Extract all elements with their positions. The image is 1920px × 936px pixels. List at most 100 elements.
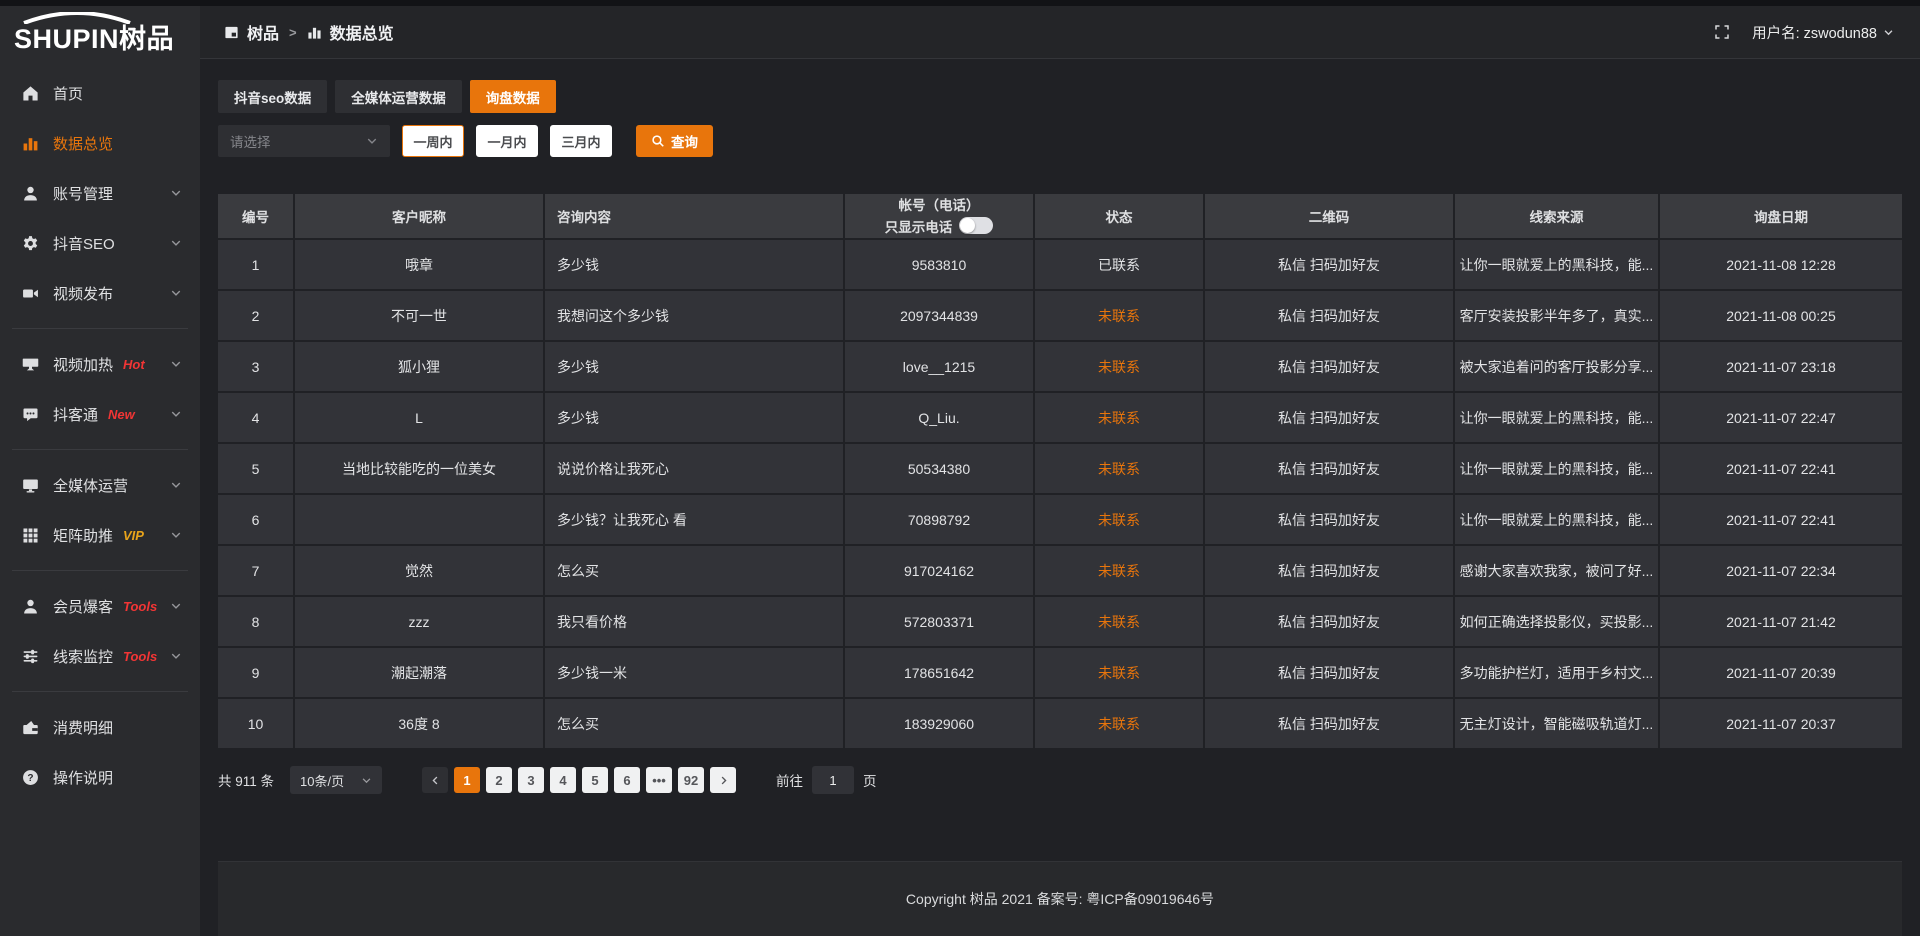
- cell-source[interactable]: 让你一眼就爱上的黑科技，能...: [1455, 495, 1660, 546]
- cell-source[interactable]: 让你一眼就爱上的黑科技，能...: [1455, 393, 1660, 444]
- cell-nickname: 哦章: [295, 240, 545, 291]
- cell-qrcode[interactable]: 私信 扫码加好友: [1205, 291, 1455, 342]
- cell-account: 917024162: [845, 546, 1035, 597]
- page-button-5[interactable]: 5: [582, 767, 608, 793]
- range-button-2[interactable]: 三月内: [550, 125, 612, 157]
- tab-1[interactable]: 全媒体运营数据: [335, 80, 462, 113]
- cell-source[interactable]: 多功能护栏灯，适用于乡村文...: [1455, 648, 1660, 699]
- page-button-4[interactable]: 4: [550, 767, 576, 793]
- more-pages-button[interactable]: •••: [646, 767, 672, 793]
- cell-id: 7: [218, 546, 295, 597]
- sidebar-item-label: 全媒体运营: [53, 475, 128, 496]
- sidebar-item-0-3[interactable]: 抖音SEO: [0, 218, 200, 268]
- cell-source[interactable]: 感谢大家喜欢我家，被问了好...: [1455, 546, 1660, 597]
- inquiry-table: 编号 客户昵称 咨询内容 帐号（电话） 只显示电话 状态 二维码 线索来源: [218, 194, 1902, 750]
- sidebar-item-0-0[interactable]: 首页: [0, 68, 200, 118]
- screen-icon: [22, 356, 39, 373]
- cell-date: 2021-11-07 22:47: [1660, 393, 1902, 444]
- toggle-knob: [960, 218, 975, 233]
- account-select[interactable]: 请选择: [218, 125, 390, 157]
- filter-row: 请选择 一周内一月内三月内 查询: [218, 125, 1902, 157]
- tab-0[interactable]: 抖音seo数据: [218, 80, 327, 113]
- cell-nickname: [295, 495, 545, 546]
- cell-qrcode[interactable]: 私信 扫码加好友: [1205, 648, 1455, 699]
- phone-only-toggle[interactable]: [959, 217, 993, 234]
- cell-id: 9: [218, 648, 295, 699]
- page-button-6[interactable]: 6: [614, 767, 640, 793]
- page-button-92[interactable]: 92: [678, 767, 704, 793]
- query-button[interactable]: 查询: [636, 125, 713, 157]
- cell-account: 70898792: [845, 495, 1035, 546]
- sidebar-divider: [12, 328, 188, 329]
- cell-account: 50534380: [845, 444, 1035, 495]
- fullscreen-icon[interactable]: [1714, 24, 1730, 40]
- sidebar-item-2-1[interactable]: 矩阵助推VIP: [0, 510, 200, 560]
- prev-page-button[interactable]: [422, 767, 448, 793]
- sidebar-item-4-1[interactable]: ?操作说明: [0, 752, 200, 802]
- cell-date: 2021-11-07 20:37: [1660, 699, 1902, 750]
- cell-source[interactable]: 无主灯设计，智能磁吸轨道灯...: [1455, 699, 1660, 750]
- cell-qrcode[interactable]: 私信 扫码加好友: [1205, 546, 1455, 597]
- sidebar: SHUPIN树品 首页数据总览账号管理抖音SEO视频发布视频加热Hot抖客通Ne…: [0, 6, 200, 936]
- phone-toggle-label: 只显示电话: [885, 216, 953, 236]
- select-placeholder: 请选择: [230, 131, 271, 151]
- cell-qrcode[interactable]: 私信 扫码加好友: [1205, 444, 1455, 495]
- sidebar-item-3-0[interactable]: 会员爆客Tools: [0, 581, 200, 631]
- cell-account: 178651642: [845, 648, 1035, 699]
- cell-qrcode[interactable]: 私信 扫码加好友: [1205, 699, 1455, 750]
- sidebar-item-1-1[interactable]: 抖客通New: [0, 389, 200, 439]
- user-menu[interactable]: 用户名: zswodun88: [1752, 22, 1894, 43]
- cell-qrcode[interactable]: 私信 扫码加好友: [1205, 495, 1455, 546]
- goto-page-input[interactable]: [812, 766, 854, 794]
- table-row: 5当地比较能吃的一位美女说说价格让我死心50534380未联系私信 扫码加好友让…: [218, 444, 1902, 495]
- page-size-value: 10条/页: [300, 771, 344, 790]
- cell-nickname: 觉然: [295, 546, 545, 597]
- user-icon: [22, 185, 39, 202]
- cell-account: 2097344839: [845, 291, 1035, 342]
- page-button-2[interactable]: 2: [486, 767, 512, 793]
- cell-content: 多少钱？让我死心 看: [545, 495, 845, 546]
- sidebar-item-0-1[interactable]: 数据总览: [0, 118, 200, 168]
- sidebar-divider: [12, 691, 188, 692]
- sidebar-item-3-1[interactable]: 线索监控Tools: [0, 631, 200, 681]
- cell-qrcode[interactable]: 私信 扫码加好友: [1205, 393, 1455, 444]
- cell-date: 2021-11-07 22:41: [1660, 495, 1902, 546]
- data-tabs: 抖音seo数据全媒体运营数据询盘数据: [218, 80, 1902, 113]
- table-row: 1036度 8怎么买183929060未联系私信 扫码加好友无主灯设计，智能磁吸…: [218, 699, 1902, 750]
- svg-text:?: ?: [27, 773, 33, 784]
- cell-date: 2021-11-07 20:39: [1660, 648, 1902, 699]
- col-qrcode: 二维码: [1205, 194, 1455, 240]
- sliders-icon: [22, 648, 39, 665]
- breadcrumb-separator: >: [289, 25, 297, 40]
- cell-qrcode[interactable]: 私信 扫码加好友: [1205, 342, 1455, 393]
- cell-source[interactable]: 客厅安装投影半年多了，真实...: [1455, 291, 1660, 342]
- col-source: 线索来源: [1455, 194, 1660, 240]
- cell-status: 未联系: [1035, 699, 1205, 750]
- table-row: 2不可一世我想问这个多少钱2097344839未联系私信 扫码加好友客厅安装投影…: [218, 291, 1902, 342]
- sidebar-item-1-0[interactable]: 视频加热Hot: [0, 339, 200, 389]
- breadcrumb-root[interactable]: 树品: [247, 20, 279, 44]
- cell-qrcode[interactable]: 私信 扫码加好友: [1205, 597, 1455, 648]
- cell-status: 未联系: [1035, 648, 1205, 699]
- tab-2[interactable]: 询盘数据: [470, 80, 556, 113]
- chevron-down-icon: [170, 650, 182, 662]
- sidebar-item-0-4[interactable]: 视频发布: [0, 268, 200, 318]
- next-page-button[interactable]: [710, 767, 736, 793]
- cell-source[interactable]: 让你一眼就爱上的黑科技，能...: [1455, 444, 1660, 495]
- page-button-3[interactable]: 3: [518, 767, 544, 793]
- bar-chart-icon: [22, 135, 39, 152]
- table-row: 4L多少钱Q_Liu.未联系私信 扫码加好友让你一眼就爱上的黑科技，能...20…: [218, 393, 1902, 444]
- sidebar-item-4-0[interactable]: 消费明细: [0, 702, 200, 752]
- range-button-0[interactable]: 一周内: [402, 125, 464, 157]
- sidebar-item-0-2[interactable]: 账号管理: [0, 168, 200, 218]
- pagination: 共 911 条 10条/页 123456•••92 前往 页: [218, 766, 1902, 794]
- page-button-1[interactable]: 1: [454, 767, 480, 793]
- cell-source[interactable]: 让你一眼就爱上的黑科技，能...: [1455, 240, 1660, 291]
- cell-qrcode[interactable]: 私信 扫码加好友: [1205, 240, 1455, 291]
- sidebar-item-2-0[interactable]: 全媒体运营: [0, 460, 200, 510]
- cell-source[interactable]: 如何正确选择投影仪，买投影...: [1455, 597, 1660, 648]
- table-header-row: 编号 客户昵称 咨询内容 帐号（电话） 只显示电话 状态 二维码 线索来源: [218, 194, 1902, 240]
- cell-source[interactable]: 被大家追着问的客厅投影分享...: [1455, 342, 1660, 393]
- page-size-select[interactable]: 10条/页: [290, 766, 382, 794]
- range-button-1[interactable]: 一月内: [476, 125, 538, 157]
